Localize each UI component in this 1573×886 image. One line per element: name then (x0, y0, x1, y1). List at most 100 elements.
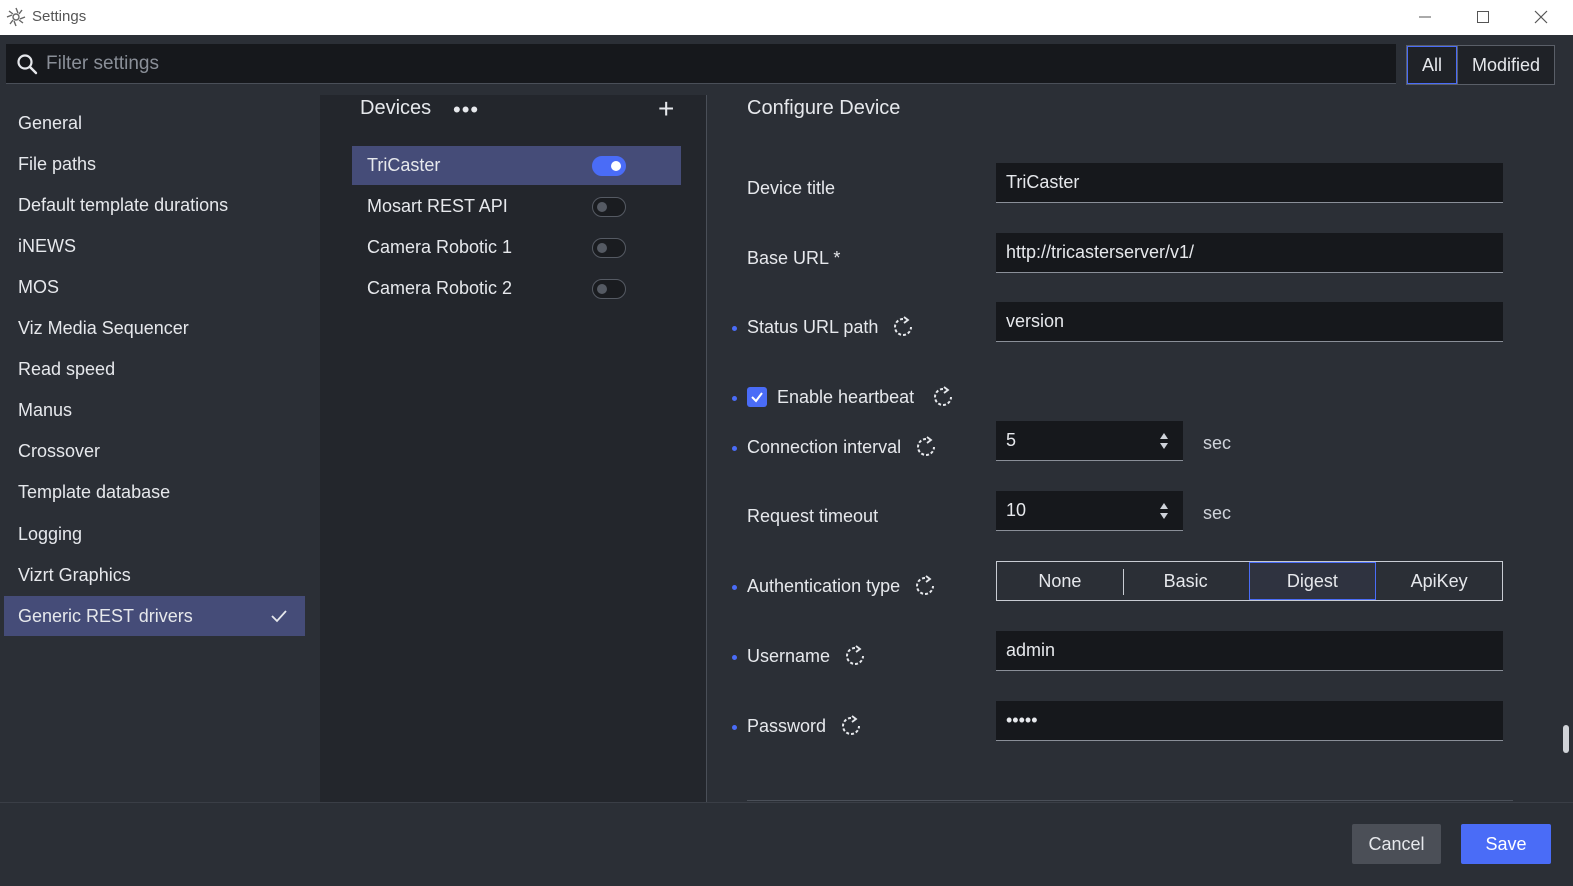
nav-item-vizrt-graphics[interactable]: Vizrt Graphics (4, 555, 305, 595)
nav-item-label: Generic REST drivers (18, 605, 193, 626)
toggle-knob (611, 161, 621, 171)
add-device-icon[interactable]: + (658, 93, 674, 125)
toggle-knob (597, 202, 607, 212)
configure-device-panel: Configure Device Device title TriCaster … (708, 95, 1573, 802)
minimize-icon (1419, 16, 1431, 18)
close-button[interactable] (1521, 4, 1561, 30)
nav-item-default-template-durations[interactable]: Default template durations (4, 185, 305, 225)
auth-option-digest[interactable]: Digest (1248, 562, 1377, 600)
devices-heading: Devices (360, 97, 432, 119)
close-icon (1534, 10, 1548, 24)
auth-type-row: Authentication type (747, 575, 936, 597)
filter-settings-input[interactable] (46, 44, 1386, 84)
device-item-camera-robotic-2[interactable]: Camera Robotic 2 (352, 269, 681, 308)
maximize-button[interactable] (1463, 4, 1503, 30)
nav-item-generic-rest-drivers[interactable]: Generic REST drivers (4, 596, 305, 636)
device-item-tricaster[interactable]: TriCaster (352, 146, 681, 185)
username-field[interactable]: admin (996, 631, 1503, 671)
auth-option-basic[interactable]: Basic (1122, 562, 1249, 600)
filter-bar: All Modified (0, 35, 1573, 95)
modified-indicator (732, 655, 737, 660)
reset-icon[interactable] (892, 316, 914, 338)
status-url-field[interactable]: version (996, 302, 1503, 342)
spinner-arrows-icon[interactable] (1159, 502, 1169, 520)
enable-heartbeat-checkbox[interactable] (747, 387, 767, 407)
cancel-button[interactable]: Cancel (1352, 824, 1441, 864)
reset-icon[interactable] (914, 575, 936, 597)
request-timeout-value: 10 (1006, 500, 1027, 520)
modified-indicator (732, 326, 737, 331)
device-label: Camera Robotic 2 (367, 278, 513, 298)
spinner-arrows-icon[interactable] (1159, 432, 1169, 450)
modified-indicator (732, 585, 737, 590)
connection-interval-unit: sec (1203, 433, 1232, 453)
auth-type-label: Authentication type (747, 575, 901, 596)
minimize-button[interactable] (1405, 4, 1445, 30)
modified-indicator (732, 446, 737, 451)
nav-item-file-paths[interactable]: File paths (4, 144, 305, 184)
nav-item-template-database[interactable]: Template database (4, 472, 305, 512)
reset-icon[interactable] (840, 715, 862, 737)
base-url-label: Base URL * (747, 248, 841, 268)
connection-interval-row: Connection interval (747, 436, 937, 458)
checkmark-icon (271, 610, 287, 623)
password-row: Password (747, 715, 862, 737)
device-item-camera-robotic-1[interactable]: Camera Robotic 1 (352, 228, 681, 267)
filter-all-button[interactable]: All (1407, 46, 1458, 84)
request-timeout-unit: sec (1203, 503, 1232, 523)
modified-indicator (732, 725, 737, 730)
base-url-field[interactable]: http://tricasterserver/v1/ (996, 233, 1503, 273)
auth-option-apikey[interactable]: ApiKey (1376, 562, 1502, 600)
device-enable-toggle[interactable] (592, 156, 626, 176)
nav-item-mos[interactable]: MOS (4, 267, 305, 307)
nav-item-read-speed[interactable]: Read speed (4, 349, 305, 389)
nav-item-inews[interactable]: iNEWS (4, 226, 305, 266)
device-label: Mosart REST API (367, 196, 508, 216)
password-label: Password (747, 715, 827, 736)
auth-option-none[interactable]: None (997, 562, 1123, 600)
checkmark-icon (751, 392, 763, 403)
request-timeout-label: Request timeout (747, 506, 879, 526)
more-options-icon[interactable]: ••• (453, 97, 479, 123)
reset-icon[interactable] (915, 436, 937, 458)
settings-category-nav: General File paths Default template dura… (0, 95, 320, 802)
connection-interval-label: Connection interval (747, 436, 902, 457)
toggle-knob (597, 284, 607, 294)
search-icon (17, 54, 38, 75)
request-timeout-spinbox[interactable]: 10 (996, 491, 1183, 531)
device-label: Camera Robotic 1 (367, 237, 513, 257)
nav-item-manus[interactable]: Manus (4, 390, 305, 430)
connection-interval-spinbox[interactable]: 5 (996, 421, 1183, 461)
device-enable-toggle[interactable] (592, 238, 626, 258)
section-divider (747, 800, 1513, 801)
scrollbar-thumb[interactable] (1563, 725, 1569, 753)
device-title-field[interactable]: TriCaster (996, 163, 1503, 203)
search-box (6, 44, 1396, 84)
nav-item-general[interactable]: General (4, 103, 305, 143)
filter-mode-toggle: All Modified (1406, 45, 1556, 85)
maximize-icon (1477, 11, 1489, 23)
filter-modified-button[interactable]: Modified (1457, 46, 1554, 84)
nav-item-logging[interactable]: Logging (4, 514, 305, 554)
devices-panel: Devices ••• + TriCaster Mosart REST API … (320, 93, 707, 802)
nav-item-viz-media-sequencer[interactable]: Viz Media Sequencer (4, 308, 305, 348)
password-field[interactable]: ••••• (996, 701, 1503, 741)
nav-item-crossover[interactable]: Crossover (4, 431, 305, 471)
username-row: Username (747, 645, 866, 667)
status-url-label: Status URL path (747, 316, 879, 337)
device-enable-toggle[interactable] (592, 197, 626, 217)
heartbeat-row: Enable heartbeat (747, 386, 954, 408)
save-button[interactable]: Save (1461, 824, 1551, 864)
status-url-label-row: Status URL path (747, 316, 914, 338)
device-enable-toggle[interactable] (592, 279, 626, 299)
title-bar: Settings (0, 0, 1573, 35)
reset-icon[interactable] (932, 386, 954, 408)
device-item-mosart-rest-api[interactable]: Mosart REST API (352, 187, 681, 226)
enable-heartbeat-label: Enable heartbeat (777, 386, 915, 407)
username-label: Username (747, 645, 831, 666)
auth-type-segmented-control: None Basic Digest ApiKey (996, 561, 1503, 601)
app-logo-icon (6, 7, 26, 27)
reset-icon[interactable] (844, 645, 866, 667)
device-label: TriCaster (367, 155, 441, 175)
connection-interval-value: 5 (1006, 430, 1017, 450)
